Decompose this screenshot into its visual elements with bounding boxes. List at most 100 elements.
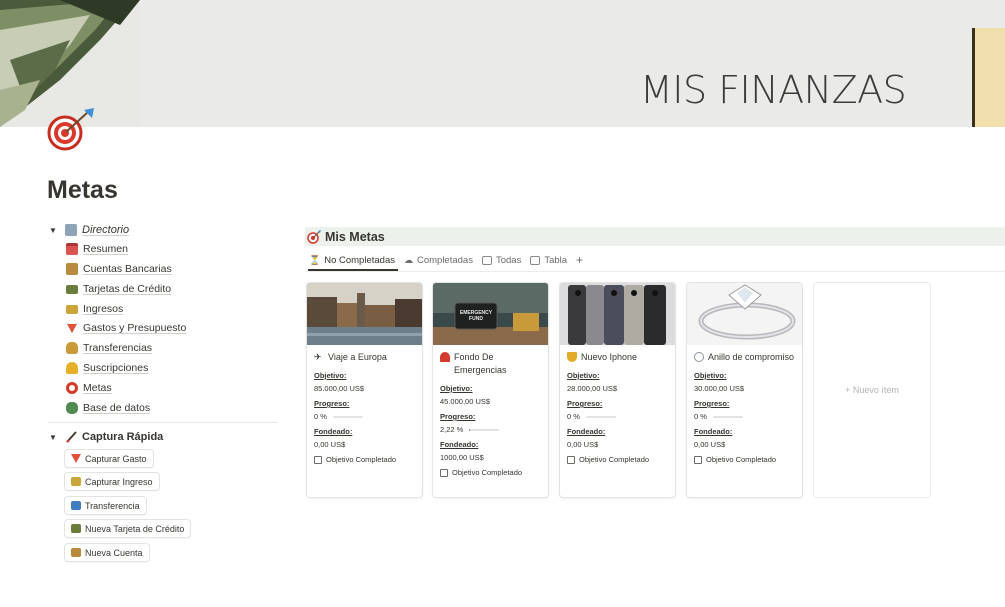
target-dart-icon [307, 229, 321, 244]
objetivo-completado-checkbox[interactable]: Objetivo Completado [567, 455, 668, 464]
airplane-icon: ✈ [314, 352, 322, 362]
transferencia-button[interactable]: Transferencia [64, 496, 147, 515]
down-triangle-icon [66, 322, 78, 334]
objetivo-completado-checkbox[interactable]: Objetivo Completado [694, 455, 795, 464]
goal-card-viaje-europa[interactable]: ✈ Viaje a Europa Objetivo: 85.000,00 US$… [306, 282, 423, 498]
fondeado-value: 0,00 US$ [694, 440, 726, 449]
fondeado-label: Fondeado: [567, 427, 606, 436]
bank-icon [71, 548, 81, 557]
checkbox-label: Objetivo Completado [706, 455, 777, 464]
goal-card-anillo-compromiso[interactable]: Anillo de compromiso Objetivo: 30.000,00… [686, 282, 803, 498]
fondeado-value: 0,00 US$ [314, 440, 346, 449]
progreso-value: 0 % [314, 412, 327, 421]
nueva-tarjeta-button[interactable]: Nueva Tarjeta de Crédito [64, 519, 192, 538]
quick-capture-label: Captura Rápida [82, 431, 164, 443]
progreso-label: Progreso: [314, 399, 350, 408]
progreso-row: 2,22 % [440, 425, 541, 434]
new-item-button[interactable]: + Nuevo ítem [813, 282, 931, 498]
folder-icon [65, 224, 77, 236]
card-title-text: Viaje a Europa [328, 352, 387, 362]
objetivo-label: Objetivo: [567, 371, 600, 380]
nav-item-suscripciones[interactable]: Suscripciones [66, 360, 148, 376]
tab-label: No Completadas [324, 254, 395, 266]
toggle-arrow-icon[interactable]: ▼ [49, 433, 59, 442]
nav-item-ingresos[interactable]: Ingresos [66, 301, 123, 317]
card-title-text: Anillo de compromiso [708, 352, 795, 362]
nav-item-label[interactable]: Metas [83, 382, 112, 394]
nav-item-gastos-y-presupuesto[interactable]: Gastos y Presupuesto [66, 320, 186, 336]
cover-title: MIS FINANZAS [640, 68, 907, 112]
nav-item-label[interactable]: Gastos y Presupuesto [83, 322, 186, 334]
nueva-cuenta-button[interactable]: Nueva Cuenta [64, 543, 150, 562]
progreso-label: Progreso: [694, 399, 730, 408]
database-header: Mis Metas [305, 227, 1005, 246]
objetivo-value: 45.000,00 US$ [440, 397, 491, 406]
divider [48, 422, 278, 423]
checkbox-icon[interactable] [314, 455, 322, 464]
progreso-value: 0 % [567, 412, 580, 421]
card-cover-image [687, 283, 802, 345]
progress-bar [585, 415, 616, 418]
checkbox-label: Objetivo Completado [326, 455, 397, 464]
directory-toggle[interactable]: ▼ Directorio [49, 222, 129, 238]
toggle-arrow-icon[interactable]: ▼ [49, 226, 59, 235]
new-item-label: + Nuevo ítem [845, 385, 899, 395]
checkbox-icon[interactable] [440, 468, 448, 477]
money-icon [71, 477, 81, 486]
capturar-ingreso-button[interactable]: Capturar Ingreso [64, 472, 160, 491]
add-view-button[interactable]: + [576, 251, 583, 269]
objetivo-completado-checkbox[interactable]: Objetivo Completado [314, 455, 415, 464]
nav-item-base-de-datos[interactable]: Base de datos [66, 400, 150, 416]
cloud-check-icon: ☁ [403, 254, 413, 265]
progress-bar [712, 415, 743, 418]
nav-item-label[interactable]: Base de datos [83, 402, 150, 414]
nav-item-cuentas-bancarias[interactable]: Cuentas Bancarias [66, 261, 172, 277]
fondeado-label: Fondeado: [440, 440, 479, 449]
card-title-text: Fondo De Emergencias [454, 352, 507, 375]
nav-item-label[interactable]: Cuentas Bancarias [83, 263, 172, 275]
objetivo-label: Objetivo: [694, 371, 727, 380]
database-title[interactable]: Mis Metas [325, 230, 385, 244]
tab-label: Completadas [416, 254, 473, 266]
nav-item-label[interactable]: Transferencias [83, 342, 152, 354]
view-tabs: ⏳ No Completadas ☁ Completadas Todas Tab… [309, 251, 592, 269]
card-image-caption: EMERGENCY FUND [459, 310, 493, 322]
quick-capture-toggle[interactable]: ▼ Captura Rápida [49, 429, 163, 445]
card-title: Nuevo Iphone [567, 351, 668, 364]
objetivo-completado-checkbox[interactable]: Objetivo Completado [440, 468, 541, 477]
goal-card-fondo-emergencias[interactable]: EMERGENCY FUND Fondo De Emergencias Obje… [432, 282, 549, 498]
capturar-gasto-button[interactable]: Capturar Gasto [64, 449, 154, 468]
cover-banner: MIS FINANZAS [0, 0, 1005, 127]
card-cover-image: EMERGENCY FUND [433, 283, 548, 345]
checkbox-icon[interactable] [567, 455, 575, 464]
card-title-text: Nuevo Iphone [581, 352, 638, 362]
goal-card-nuevo-iphone[interactable]: Nuevo Iphone Objetivo: 28.000,00 US$ Pro… [559, 282, 676, 498]
cover-decoration [972, 28, 1005, 127]
progress-bar [469, 428, 500, 431]
nav-item-label[interactable]: Ingresos [83, 303, 123, 315]
tab-completadas[interactable]: ☁ Completadas [404, 251, 473, 269]
tab-todas[interactable]: Todas [481, 251, 521, 269]
table-icon [530, 255, 541, 265]
button-label: Nueva Tarjeta de Crédito [85, 523, 185, 534]
progress-bar [332, 415, 363, 418]
nav-item-tarjetas-de-credito[interactable]: Tarjetas de Crédito [66, 281, 171, 297]
card-title: ✈ Viaje a Europa [314, 351, 415, 364]
target-icon [66, 382, 78, 394]
progreso-value: 0 % [694, 412, 707, 421]
nav-item-resumen[interactable]: Resumen [66, 241, 128, 257]
nav-item-label[interactable]: Resumen [83, 243, 128, 255]
checkbox-label: Objetivo Completado [452, 468, 523, 477]
nav-item-label[interactable]: Suscripciones [83, 362, 148, 374]
tab-tabla[interactable]: Tabla [530, 251, 567, 269]
nav-item-transferencias[interactable]: Transferencias [66, 340, 152, 356]
checkbox-label: Objetivo Completado [579, 455, 650, 464]
nav-item-metas[interactable]: Metas [66, 380, 112, 396]
credit-card-icon [66, 284, 78, 294]
directory-label[interactable]: Directorio [82, 224, 129, 236]
checkbox-icon[interactable] [694, 455, 702, 464]
siren-icon [440, 352, 450, 362]
tab-no-completadas[interactable]: ⏳ No Completadas [309, 251, 395, 269]
nav-item-label[interactable]: Tarjetas de Crédito [83, 283, 171, 295]
objetivo-value: 28.000,00 US$ [567, 384, 618, 393]
